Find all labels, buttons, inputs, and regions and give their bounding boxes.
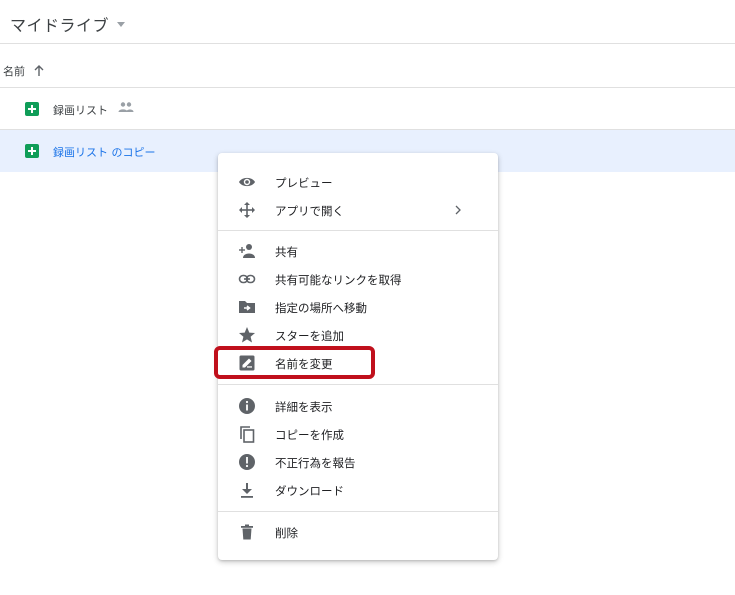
file-name: 録画リスト [53,104,108,117]
column-header: 名前 [0,44,735,88]
sort-by-name-button[interactable]: 名前 [3,63,45,79]
menu-item-share[interactable]: 共有 [218,237,498,265]
name-column-label: 名前 [3,65,25,78]
menu-item-open-with[interactable]: アプリで開く [218,196,498,224]
page-title: マイドライブ [10,16,110,35]
menu-item-delete[interactable]: 削除 [218,518,498,546]
menu-item-label: 不正行為を報告 [275,456,356,470]
report-icon [239,454,255,470]
menu-item-make-copy[interactable]: コピーを作成 [218,420,498,448]
link-icon [238,274,256,284]
star-icon [239,327,255,343]
arrow-up-icon [34,65,44,76]
shared-people-icon [118,102,134,112]
menu-item-add-star[interactable]: スターを追加 [218,321,498,349]
menu-divider [218,230,498,231]
eye-icon [239,177,255,187]
add-person-icon [239,244,255,258]
menu-item-label: 名前を変更 [275,357,333,371]
trash-icon [241,524,253,540]
menu-item-download[interactable]: ダウンロード [218,476,498,504]
menu-item-label: プレビュー [275,176,333,190]
drive-header: マイドライブ [0,0,735,44]
caret-down-icon [117,21,126,27]
sheets-icon [25,102,39,116]
menu-item-label: コピーを作成 [275,428,344,442]
download-icon [241,483,253,498]
file-name: 録画リスト のコピー [53,146,156,159]
menu-item-view-details[interactable]: 詳細を表示 [218,392,498,420]
move-arrows-icon [239,202,255,218]
menu-item-label: 削除 [275,526,298,540]
menu-item-label: 指定の場所へ移動 [275,301,367,315]
menu-item-move-to[interactable]: 指定の場所へ移動 [218,293,498,321]
menu-divider [218,384,498,385]
menu-item-label: 共有可能なリンクを取得 [275,273,402,287]
info-icon [239,398,255,414]
menu-divider [218,511,498,512]
rename-icon [239,355,255,371]
menu-item-get-link[interactable]: 共有可能なリンクを取得 [218,265,498,293]
folder-move-icon [239,301,255,313]
file-row[interactable]: 録画リスト [0,88,735,130]
menu-item-report-abuse[interactable]: 不正行為を報告 [218,448,498,476]
context-menu: プレビュー アプリで開く 共有 共有可能なリンクを取得 指定の場所へ移動 スター… [218,153,498,560]
my-drive-dropdown[interactable]: マイドライブ [10,12,126,36]
menu-item-preview[interactable]: プレビュー [218,168,498,196]
menu-item-label: スターを追加 [275,329,344,343]
chevron-right-icon [455,205,461,215]
menu-item-label: 共有 [275,245,298,259]
sheets-icon [25,144,39,158]
menu-item-label: アプリで開く [275,204,344,218]
copy-icon [240,426,255,443]
menu-item-rename[interactable]: 名前を変更 [218,349,498,377]
menu-item-label: 詳細を表示 [275,400,333,414]
menu-item-label: ダウンロード [275,484,344,498]
